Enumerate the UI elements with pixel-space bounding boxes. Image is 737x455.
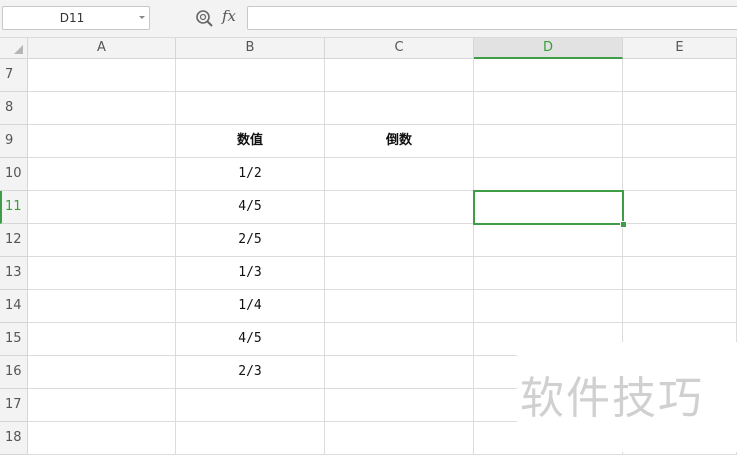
cell-a15[interactable] [28,323,176,356]
column-header-b[interactable]: B [176,38,325,59]
cell-e7[interactable] [623,59,737,92]
function-fx-icon[interactable]: fx [222,7,236,25]
fill-handle[interactable] [620,221,627,228]
column-header-e[interactable]: E [623,38,737,59]
watermark-text: 软件技巧 [520,373,704,424]
cell-d12[interactable] [474,224,623,257]
cell-a10[interactable] [28,158,176,191]
cell-b14[interactable]: 1/4 [176,290,325,323]
column-header-c[interactable]: C [325,38,474,59]
chevron-down-icon[interactable] [139,16,145,19]
row-header-9[interactable]: 9 [0,125,28,158]
cell-a7[interactable] [28,59,176,92]
cell-b12[interactable]: 2/5 [176,224,325,257]
zoom-search-icon[interactable] [195,9,215,29]
cell-b9[interactable]: 数值 [176,125,325,158]
cell-e10[interactable] [623,158,737,191]
cell-a18[interactable] [28,422,176,455]
row-header-15[interactable]: 15 [0,323,28,356]
cell-a11[interactable] [28,191,176,224]
row-header-8[interactable]: 8 [0,92,28,125]
row-header-10[interactable]: 10 [0,158,28,191]
cell-c13[interactable] [325,257,474,290]
cell-c16[interactable] [325,356,474,389]
cell-d8[interactable] [474,92,623,125]
cell-c15[interactable] [325,323,474,356]
cell-e8[interactable] [623,92,737,125]
cell-e14[interactable] [623,290,737,323]
select-all-corner[interactable] [0,38,28,59]
cell-d14[interactable] [474,290,623,323]
cell-a13[interactable] [28,257,176,290]
cell-b13[interactable]: 1/3 [176,257,325,290]
cell-a9[interactable] [28,125,176,158]
cell-e12[interactable] [623,224,737,257]
cell-d13[interactable] [474,257,623,290]
cell-a16[interactable] [28,356,176,389]
cell-e11[interactable] [623,191,737,224]
cell-c10[interactable] [325,158,474,191]
cell-c9[interactable]: 倒数 [325,125,474,158]
select-all-icon [14,45,23,54]
cell-c17[interactable] [325,389,474,422]
cell-a12[interactable] [28,224,176,257]
row-header-12[interactable]: 12 [0,224,28,257]
column-header-d[interactable]: D [474,38,623,59]
cell-b18[interactable] [176,422,325,455]
cell-b17[interactable] [176,389,325,422]
formula-input[interactable] [247,6,737,30]
cell-d7[interactable] [474,59,623,92]
active-cell-selection[interactable] [473,190,624,225]
cell-c7[interactable] [325,59,474,92]
column-header-a[interactable]: A [28,38,176,59]
cell-c12[interactable] [325,224,474,257]
cell-b7[interactable] [176,59,325,92]
cell-d9[interactable] [474,125,623,158]
row-header-14[interactable]: 14 [0,290,28,323]
cell-b16[interactable]: 2/3 [176,356,325,389]
name-box[interactable]: D11 [2,6,150,30]
cell-b10[interactable]: 1/2 [176,158,325,191]
cell-a8[interactable] [28,92,176,125]
cell-e9[interactable] [623,125,737,158]
cell-d10[interactable] [474,158,623,191]
cell-b15[interactable]: 4/5 [176,323,325,356]
row-header-7[interactable]: 7 [0,59,28,92]
name-box-value: D11 [59,11,85,25]
row-header-11[interactable]: 11 [0,191,28,224]
row-header-18[interactable]: 18 [0,422,28,455]
cell-b11[interactable]: 4/5 [176,191,325,224]
cell-c18[interactable] [325,422,474,455]
cell-a14[interactable] [28,290,176,323]
cell-e13[interactable] [623,257,737,290]
formula-bar: D11 fx [0,0,737,38]
cell-b8[interactable] [176,92,325,125]
row-header-17[interactable]: 17 [0,389,28,422]
cell-c11[interactable] [325,191,474,224]
cell-a17[interactable] [28,389,176,422]
row-header-13[interactable]: 13 [0,257,28,290]
cell-c14[interactable] [325,290,474,323]
row-header-16[interactable]: 16 [0,356,28,389]
cell-c8[interactable] [325,92,474,125]
